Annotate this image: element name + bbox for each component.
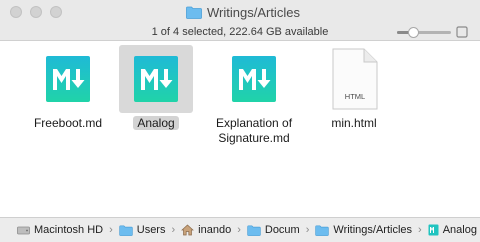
folder-icon xyxy=(119,225,133,236)
file-icon-box xyxy=(217,45,291,113)
status-bar: 1 of 4 selected, 222.64 GB available xyxy=(0,24,480,41)
path-separator-icon: › xyxy=(305,224,310,236)
window-title-text: Writings/Articles xyxy=(207,4,300,20)
path-crumb-users[interactable]: Users xyxy=(119,224,165,236)
home-icon xyxy=(181,224,195,236)
markdown-file-icon xyxy=(46,56,90,102)
file-name: Analog xyxy=(108,116,204,131)
large-icon-size-icon xyxy=(456,26,468,38)
file-icon-box xyxy=(119,45,193,113)
path-separator-icon: › xyxy=(171,224,176,236)
path-bar: Macintosh HD › Users › inando › Docum › xyxy=(0,217,480,242)
zoom-window-button[interactable] xyxy=(50,6,62,18)
file-name: min.html xyxy=(331,116,377,130)
path-separator-icon: › xyxy=(237,224,241,236)
markdown-file-icon xyxy=(232,56,276,102)
folder-icon xyxy=(315,225,330,236)
file-icon-box xyxy=(31,45,105,113)
markdown-file-icon xyxy=(134,56,178,102)
window-title: Writings/Articles xyxy=(186,0,300,24)
file-item-selected[interactable]: Analog xyxy=(108,45,204,131)
path-crumb-documents[interactable]: Docum xyxy=(247,224,300,236)
path-crumb-analog[interactable]: Analog xyxy=(428,224,477,236)
file-item[interactable]: Freeboot.md xyxy=(20,45,116,131)
file-item[interactable]: Explanation of Signature.md xyxy=(206,45,302,146)
file-icon-box: HTML xyxy=(317,45,391,113)
html-badge: HTML xyxy=(345,92,365,101)
folder-icon xyxy=(247,225,261,236)
file-name: Freeboot.md xyxy=(33,116,103,130)
icon-size-slider[interactable] xyxy=(397,27,451,38)
finder-window: Writings/Articles 1 of 4 selected, 222.6… xyxy=(0,0,480,242)
path-crumb-macintosh-hd[interactable]: Macintosh HD xyxy=(17,224,103,236)
hard-drive-icon xyxy=(17,225,30,236)
file-icon-view: Freeboot.md Analog Explanation of Signat… xyxy=(0,41,480,217)
path-separator-icon: › xyxy=(418,224,422,236)
folder-icon xyxy=(186,6,202,19)
title-bar: Writings/Articles xyxy=(0,0,480,24)
file-name: Explanation of Signature.md xyxy=(215,116,293,145)
path-crumb-home[interactable]: inando xyxy=(181,224,231,236)
file-item[interactable]: HTML min.html xyxy=(306,45,402,131)
html-file-icon: HTML xyxy=(332,48,378,110)
icon-size-slider-knob[interactable] xyxy=(407,27,419,38)
close-window-button[interactable] xyxy=(10,6,22,18)
path-separator-icon: › xyxy=(109,224,113,236)
path-crumb-writings-articles[interactable]: Writings/Articles xyxy=(315,224,412,236)
markdown-file-icon xyxy=(428,224,439,236)
minimize-window-button[interactable] xyxy=(30,6,42,18)
